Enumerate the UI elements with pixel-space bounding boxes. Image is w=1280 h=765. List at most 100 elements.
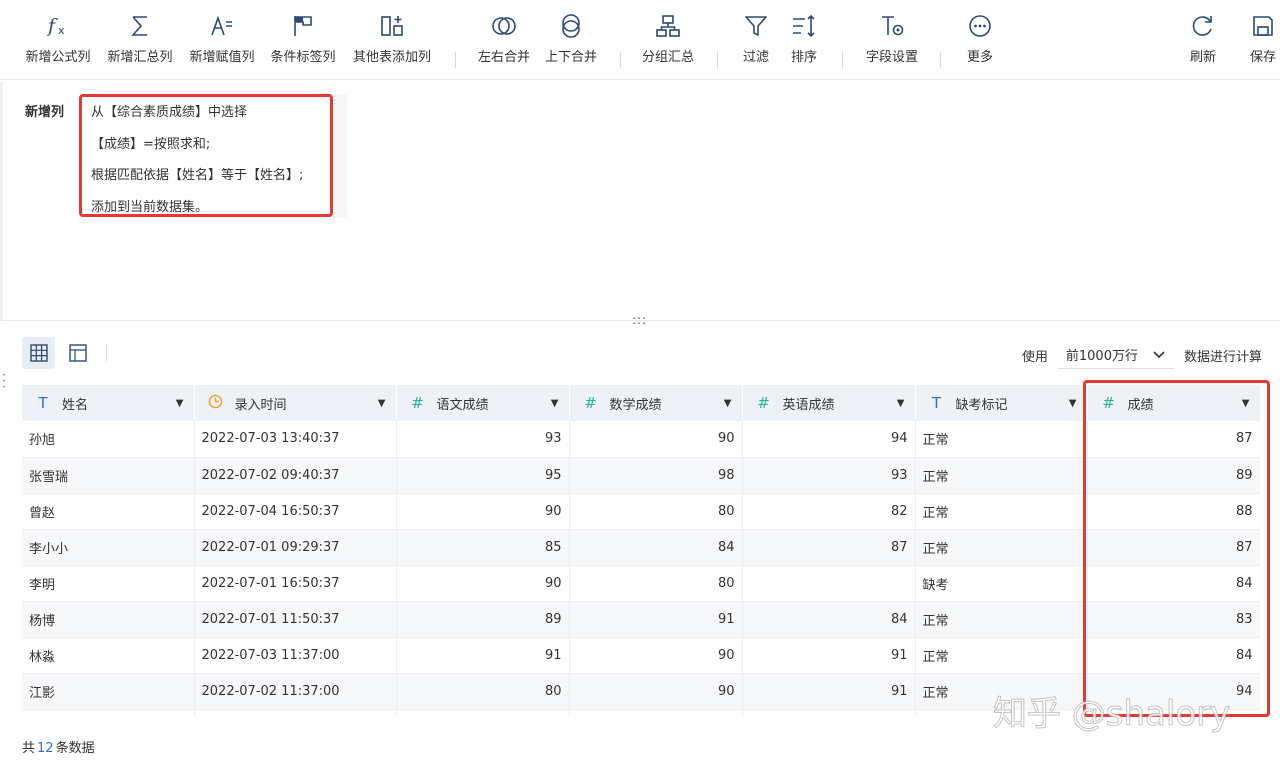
column-header-entry-time[interactable]: 录入时间 ▼ [194, 385, 397, 421]
cell[interactable]: 80 [569, 493, 743, 530]
cell[interactable]: 李小小 [22, 529, 195, 566]
cell[interactable]: 正常 [915, 421, 1088, 458]
cell[interactable]: 缺考 [915, 565, 1088, 602]
cell[interactable]: 80 [396, 673, 570, 710]
column-header-name[interactable]: T 姓名 ▼ [22, 385, 195, 421]
row-limit-select[interactable]: 前1000万行 [1057, 341, 1174, 369]
cell[interactable]: 正常 [915, 457, 1088, 494]
caret-down-icon[interactable]: ▼ [176, 398, 184, 409]
cell[interactable]: 87 [742, 529, 916, 566]
caret-down-icon[interactable]: ▼ [897, 398, 905, 409]
add-assign-column-button[interactable]: 新增赋值列 [186, 10, 258, 72]
cell[interactable]: 2022-07-03 13:40:37 [194, 421, 397, 458]
merge-up-down-button[interactable]: 上下合并 [541, 10, 601, 72]
cell[interactable]: 正常 [915, 529, 1088, 566]
cell[interactable]: 85 [396, 529, 570, 566]
column-title: 英语成绩 [782, 397, 835, 413]
cell[interactable]: 林淼 [22, 637, 195, 674]
group-summary-button[interactable]: 分组汇总 [638, 10, 698, 72]
save-button[interactable]: 保存 [1246, 10, 1280, 72]
cell[interactable]: 2022-07-02 09:40:37 [194, 457, 397, 494]
cell[interactable]: 93 [396, 421, 570, 458]
caret-down-icon[interactable]: ▼ [1242, 398, 1250, 409]
column-title: 语文成绩 [436, 397, 489, 413]
cell[interactable]: 曾赵 [22, 493, 195, 530]
add-formula-column-button[interactable]: fx 新增公式列 [22, 10, 94, 72]
resize-handle[interactable]: ::: [632, 313, 647, 327]
cell[interactable]: 张雪瑞 [22, 457, 195, 494]
table-row [22, 709, 1260, 716]
cell[interactable]: 84 [1087, 637, 1260, 674]
table-row: 张雪瑞 2022-07-02 09:40:37 95 98 93 正常 89 [22, 457, 1260, 494]
filter-button[interactable]: 过滤 [736, 10, 776, 72]
cell[interactable]: 91 [742, 673, 916, 710]
add-column-from-other-table-button[interactable]: 其他表添加列 [348, 10, 436, 72]
cell[interactable]: 84 [1087, 565, 1260, 602]
cell[interactable]: 94 [1087, 673, 1260, 710]
caret-down-icon[interactable]: ▼ [378, 398, 386, 409]
add-summary-column-button[interactable]: 新增汇总列 [104, 10, 176, 72]
caret-down-icon[interactable]: ▼ [724, 398, 732, 409]
cell[interactable]: 江影 [22, 673, 195, 710]
cell[interactable]: 84 [569, 529, 743, 566]
cell[interactable]: 2022-07-02 11:37:00 [194, 673, 397, 710]
cell[interactable]: 2022-07-01 16:50:37 [194, 565, 397, 602]
cell[interactable] [742, 565, 916, 602]
cell[interactable]: 2022-07-04 16:50:37 [194, 493, 397, 530]
cell[interactable]: 正常 [915, 637, 1088, 674]
refresh-button[interactable]: 刷新 [1183, 10, 1223, 72]
grid-icon [29, 344, 48, 362]
merge-left-right-button[interactable]: 左右合并 [474, 10, 534, 72]
caret-down-icon[interactable]: ▼ [551, 398, 559, 409]
column-header-absence[interactable]: T 缺考标记 ▼ [915, 385, 1088, 421]
column-header-grade[interactable]: # 成绩 ▼ [1087, 385, 1260, 421]
cell[interactable]: 87 [1087, 529, 1260, 566]
field-settings-button[interactable]: 字段设置 [862, 10, 922, 72]
cell[interactable]: 83 [1087, 601, 1260, 638]
cell[interactable]: 90 [569, 673, 743, 710]
condition-tag-column-button[interactable]: 条件标签列 [267, 10, 339, 72]
toolbar-label: 其他表添加列 [352, 50, 431, 65]
cell[interactable]: 89 [1087, 457, 1260, 494]
cell[interactable]: 89 [396, 601, 570, 638]
cell[interactable]: 91 [742, 637, 916, 674]
cell[interactable]: 91 [569, 601, 743, 638]
cell[interactable]: 98 [569, 457, 743, 494]
cell[interactable]: 90 [569, 637, 743, 674]
more-button[interactable]: 更多 [960, 10, 1000, 72]
column-header-math[interactable]: # 数学成绩 ▼ [569, 385, 743, 421]
cell[interactable]: 杨博 [22, 601, 195, 638]
cell[interactable]: 88 [1087, 493, 1260, 530]
cell[interactable]: 84 [742, 601, 916, 638]
sort-button[interactable]: 排序 [784, 10, 824, 72]
cell[interactable]: 正常 [915, 601, 1088, 638]
row-limit-value: 前1000万行 [1065, 349, 1138, 364]
cell[interactable]: 80 [569, 565, 743, 602]
formula-editor[interactable]: 从【综合素质成绩】中选择 【成绩】=按照求和; 根据匹配依据【姓名】等于【姓名】… [79, 94, 333, 217]
cell[interactable]: 90 [396, 565, 570, 602]
caret-down-icon[interactable]: ▼ [1069, 398, 1077, 409]
cell[interactable]: 孙旭 [22, 421, 195, 458]
column-header-english[interactable]: # 英语成绩 ▼ [742, 385, 916, 421]
layout-view-button[interactable] [61, 337, 94, 369]
side-handle-icon[interactable]: · · · [2, 369, 6, 393]
toolbar-separator [717, 52, 718, 68]
cell[interactable]: 2022-07-01 11:50:37 [194, 601, 397, 638]
cell[interactable]: 91 [396, 637, 570, 674]
cell[interactable]: 2022-07-01 09:29:37 [194, 529, 397, 566]
cell[interactable]: 93 [742, 457, 916, 494]
cell[interactable]: 82 [742, 493, 916, 530]
cell[interactable]: 正常 [915, 673, 1088, 710]
grid-view-button[interactable] [22, 337, 55, 369]
cell[interactable]: 90 [569, 421, 743, 458]
cell[interactable]: 95 [396, 457, 570, 494]
cell[interactable]: 94 [742, 421, 916, 458]
cell[interactable]: 正常 [915, 493, 1088, 530]
cell[interactable]: 90 [396, 493, 570, 530]
toolbar-label: 排序 [790, 50, 817, 65]
column-header-chinese[interactable]: # 语文成绩 ▼ [396, 385, 570, 421]
cell[interactable]: 87 [1087, 421, 1260, 458]
cell[interactable]: 2022-07-03 11:37:00 [194, 637, 397, 674]
formula-scrollbar[interactable] [333, 94, 347, 218]
cell[interactable]: 李明 [22, 565, 195, 602]
